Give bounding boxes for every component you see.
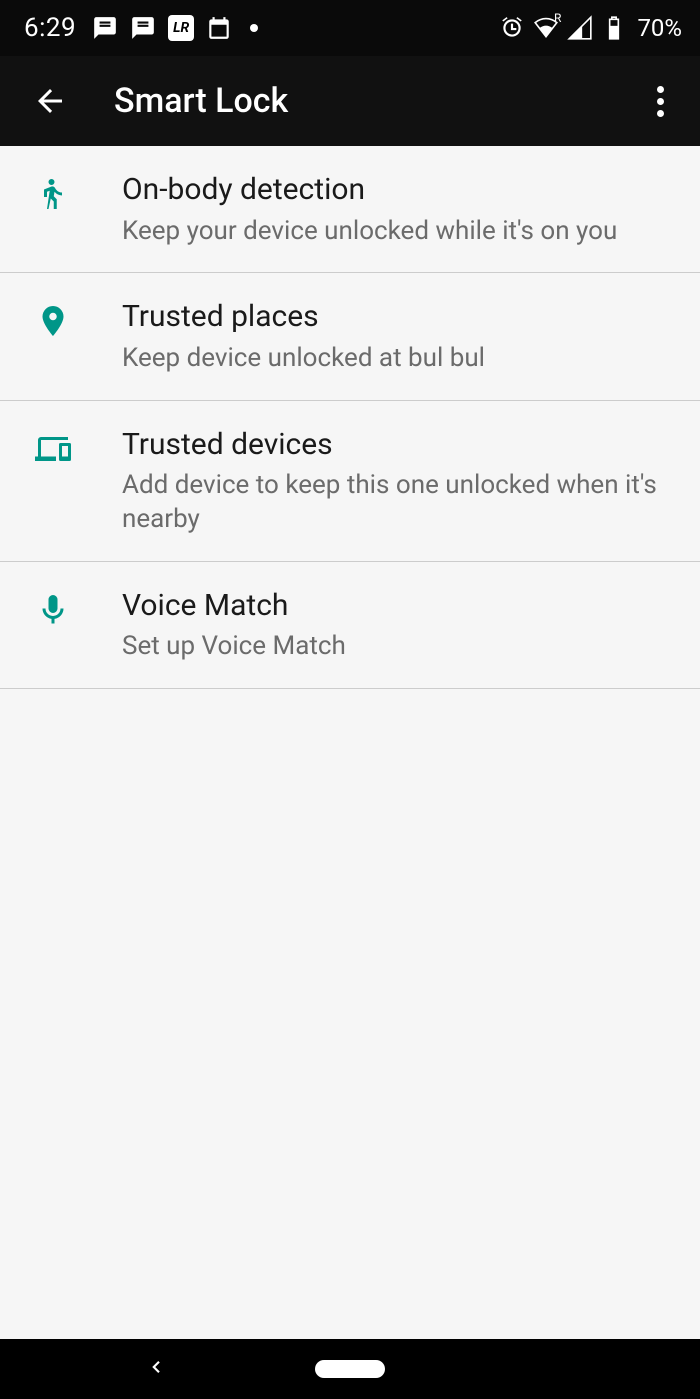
- roaming-indicator: R: [554, 11, 561, 25]
- location-pin-icon: [28, 303, 78, 339]
- nav-back-button[interactable]: [147, 1358, 165, 1380]
- navigation-bar: [0, 1339, 700, 1399]
- item-on-body-detection[interactable]: On-body detection Keep your device unloc…: [0, 146, 700, 273]
- signal-icon: [567, 15, 593, 41]
- item-trusted-places[interactable]: Trusted places Keep device unlocked at b…: [0, 273, 700, 400]
- battery-percentage: 70%: [637, 14, 682, 42]
- status-left: 6:29 LR: [24, 13, 258, 43]
- microphone-icon: [28, 592, 78, 628]
- item-subtitle: Keep your device unlocked while it's on …: [122, 215, 672, 249]
- lr-label: LR: [173, 20, 189, 36]
- back-button[interactable]: [28, 79, 72, 123]
- lr-app-icon: LR: [168, 15, 194, 41]
- walking-person-icon: [28, 176, 78, 212]
- item-subtitle: Keep device unlocked at bul bul: [122, 342, 672, 376]
- alarm-icon: [499, 15, 525, 41]
- nav-home-pill[interactable]: [315, 1360, 385, 1378]
- item-subtitle: Add device to keep this one unlocked whe…: [122, 469, 672, 537]
- devices-icon: [28, 431, 78, 467]
- item-title: Voice Match: [122, 586, 672, 627]
- item-voice-match[interactable]: Voice Match Set up Voice Match: [0, 562, 700, 689]
- more-notifications-dot: [250, 24, 258, 32]
- calendar-icon: [206, 15, 232, 41]
- message-icon: [92, 15, 118, 41]
- app-bar: Smart Lock: [0, 56, 700, 146]
- item-title: Trusted places: [122, 297, 672, 338]
- status-right: R 70%: [499, 14, 682, 42]
- page-title: Smart Lock: [114, 81, 288, 121]
- screen: 6:29 LR R: [0, 0, 700, 1399]
- item-trusted-devices[interactable]: Trusted devices Add device to keep this …: [0, 401, 700, 562]
- content: On-body detection Keep your device unloc…: [0, 146, 700, 1339]
- overflow-menu-button[interactable]: [638, 79, 682, 123]
- wifi-icon: R: [533, 15, 559, 41]
- message-icon-2: [130, 15, 156, 41]
- item-subtitle: Set up Voice Match: [122, 630, 672, 664]
- status-clock: 6:29: [24, 13, 76, 43]
- battery-icon: [601, 15, 627, 41]
- item-title: Trusted devices: [122, 425, 672, 466]
- item-title: On-body detection: [122, 170, 672, 211]
- status-bar: 6:29 LR R: [0, 0, 700, 56]
